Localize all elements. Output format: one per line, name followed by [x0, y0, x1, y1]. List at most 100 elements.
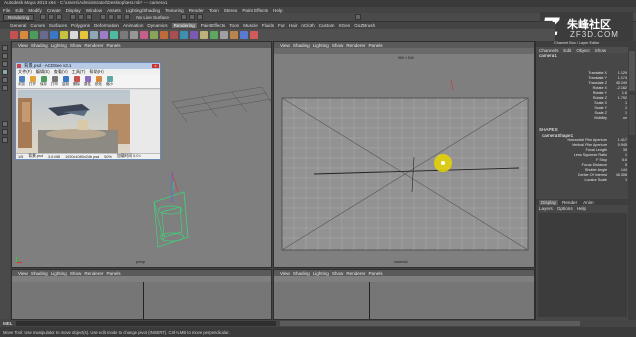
acdsee-toolbar-button-7[interactable]: 锐化: [95, 76, 102, 87]
menu-modify[interactable]: Modify: [28, 8, 42, 13]
paint-fx-icon[interactable]: [210, 31, 218, 39]
texture-icon[interactable]: [220, 31, 228, 39]
attr-value[interactable]: 1.6: [622, 91, 627, 95]
render-settings-icon[interactable]: [40, 31, 48, 39]
rotate-tool-icon[interactable]: [2, 77, 8, 83]
shelf-tab-deformation[interactable]: Deformation: [94, 23, 119, 28]
attr-value[interactable]: 35: [623, 148, 627, 152]
camera-aim-icon[interactable]: [130, 31, 138, 39]
acdsee-toolbar-button-0[interactable]: 浏览: [18, 76, 25, 87]
select-object-icon[interactable]: [78, 14, 85, 20]
panel-menu-show[interactable]: Show: [70, 271, 82, 276]
attr-value[interactable]: 0.945: [618, 143, 627, 147]
scale-tool-icon[interactable]: [2, 85, 8, 91]
cb-menu-show[interactable]: Show: [595, 48, 607, 53]
acdsee-toolbar-button-5[interactable]: 删除: [73, 76, 80, 87]
attr-value[interactable]: 1.417: [618, 138, 627, 142]
attr-value[interactable]: 45.308: [616, 173, 627, 177]
panel-menu-panels[interactable]: Panels: [106, 271, 120, 276]
new-scene-icon[interactable]: [40, 14, 47, 20]
batch-render-icon[interactable]: [250, 31, 258, 39]
command-input[interactable]: [16, 321, 277, 326]
shelf-tab-custom[interactable]: Custom: [319, 23, 335, 28]
layer-menu-options[interactable]: Options: [557, 206, 573, 211]
shelf-tab-muscle[interactable]: Muscle: [243, 23, 258, 28]
shelf-tab-animation[interactable]: Animation: [123, 23, 143, 28]
directional-light-icon[interactable]: [70, 31, 78, 39]
layer-tab-anim[interactable]: Anim: [581, 200, 595, 205]
area-light-icon[interactable]: [90, 31, 98, 39]
acdsee-toolbar-button-6[interactable]: 属性: [84, 76, 91, 87]
viewport-camera1[interactable]: View Shading Lighting Show Renderer Pane…: [273, 41, 535, 268]
shelf-tab-gozbrush[interactable]: GoZBrush: [354, 23, 375, 28]
hypergraph-icon[interactable]: [240, 31, 248, 39]
shelf-tab-hair[interactable]: Hair: [289, 23, 297, 28]
panel-menu-renderer[interactable]: Renderer: [346, 271, 365, 276]
snap-point-icon[interactable]: [116, 14, 123, 20]
menu-edit[interactable]: Edit: [15, 8, 23, 13]
panel-menu-shading[interactable]: Shading: [293, 271, 310, 276]
acdsee-menu-view[interactable]: 查看(V): [54, 69, 68, 75]
attr-value[interactable]: on: [623, 116, 627, 120]
ambient-light-icon[interactable]: [100, 31, 108, 39]
shelf-tab-rendering[interactable]: Rendering: [171, 23, 197, 28]
save-scene-icon[interactable]: [56, 14, 63, 20]
shelf-tab-surfaces[interactable]: Surfaces: [49, 23, 67, 28]
ramp-icon[interactable]: [170, 31, 178, 39]
lasso-tool-icon[interactable]: [2, 53, 8, 59]
layered-icon[interactable]: [180, 31, 188, 39]
attr-value[interactable]: 1: [625, 106, 627, 110]
shelf-tab-dynamics[interactable]: Dynamics: [147, 23, 167, 28]
panel-menu-view[interactable]: View: [18, 271, 28, 276]
render-view-icon[interactable]: [10, 31, 18, 39]
attr-value[interactable]: 5: [625, 163, 627, 167]
open-scene-icon[interactable]: [48, 14, 55, 20]
attr-value[interactable]: 1.792: [618, 96, 627, 100]
surface-shader-icon[interactable]: [190, 31, 198, 39]
snap-plane-icon[interactable]: [124, 14, 131, 20]
layer-menu-layers[interactable]: Layers: [539, 206, 553, 211]
env-fog-icon[interactable]: [200, 31, 208, 39]
layout-single-icon[interactable]: [2, 121, 8, 127]
ipr-icon[interactable]: [30, 31, 38, 39]
point-light-icon[interactable]: [80, 31, 88, 39]
acdsee-menu-help[interactable]: 帮助(H): [89, 69, 103, 75]
viewport-bottom-right[interactable]: View Shading Lighting Show Renderer Pane…: [273, 269, 535, 320]
menu-assets[interactable]: Assets: [107, 8, 121, 13]
attr-value[interactable]: 1: [625, 153, 627, 157]
shelf-tab-toon[interactable]: Toon: [229, 23, 239, 28]
acdsee-toolbar-button-2[interactable]: 保存: [40, 76, 47, 87]
shelf-tab-fur[interactable]: Fur: [278, 23, 285, 28]
attr-value[interactable]: 1.174: [618, 76, 627, 80]
shelf-tab-ncloth[interactable]: nCloth: [301, 23, 314, 28]
render-settings-icon[interactable]: [196, 14, 203, 20]
menu-create[interactable]: Create: [47, 8, 61, 13]
paint-select-tool-icon[interactable]: [2, 61, 8, 67]
layout-two-icon[interactable]: [2, 137, 8, 143]
menu-toon[interactable]: Toon: [209, 8, 219, 13]
select-component-icon[interactable]: [86, 14, 93, 20]
layout-four-icon[interactable]: [2, 129, 8, 135]
menu-display[interactable]: Display: [66, 8, 81, 13]
panel-menu-lighting[interactable]: Lighting: [313, 271, 329, 276]
spot-light-icon[interactable]: [60, 31, 68, 39]
cb-menu-channels[interactable]: Channels: [539, 48, 558, 53]
vtab-attribute-editor[interactable]: [629, 95, 635, 135]
cb-menu-object[interactable]: Object: [576, 48, 589, 53]
layer-tab-render[interactable]: Render: [560, 200, 579, 205]
acdsee-toolbar-button-3[interactable]: 打印: [51, 76, 58, 87]
shelf-tab-painteffects[interactable]: PaintEffects: [201, 23, 225, 28]
menu-file[interactable]: File: [3, 8, 10, 13]
volume-light-icon[interactable]: [110, 31, 118, 39]
panel-menu-lighting[interactable]: Lighting: [51, 271, 67, 276]
attr-value[interactable]: 1: [625, 178, 627, 182]
panel-menu-panels[interactable]: Panels: [368, 271, 382, 276]
move-tool-icon[interactable]: [2, 69, 8, 75]
acdsee-toolbar-button-1[interactable]: 打开: [29, 76, 36, 87]
lambert-icon[interactable]: [150, 31, 158, 39]
panel-menu-renderer[interactable]: Renderer: [84, 271, 103, 276]
camera-icon[interactable]: [120, 31, 128, 39]
ipr-render-icon[interactable]: [188, 14, 195, 20]
vtab-channel-box[interactable]: [629, 51, 635, 91]
panel-menu-view[interactable]: View: [280, 271, 290, 276]
